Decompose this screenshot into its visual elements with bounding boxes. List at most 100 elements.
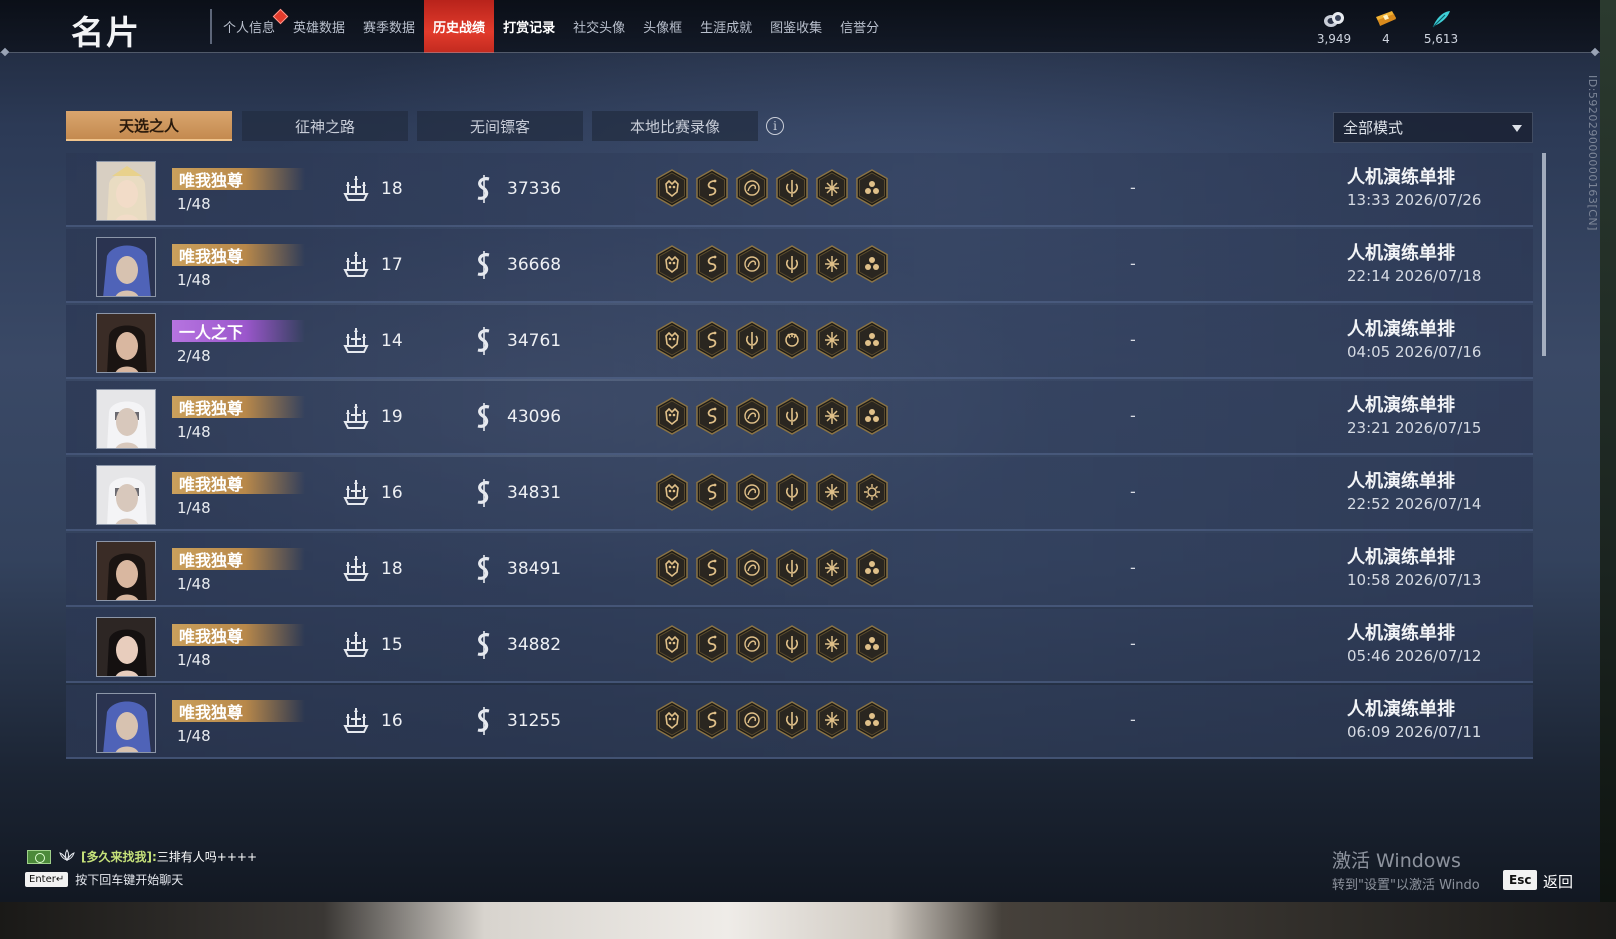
sword-rune-icon[interactable] [775, 701, 809, 739]
serpent-coil-icon[interactable] [695, 473, 729, 511]
serpent-coil-icon[interactable] [695, 549, 729, 587]
serpent-coil-icon[interactable] [695, 169, 729, 207]
nav-tab-8[interactable]: 图鉴收集 [761, 0, 831, 53]
spiral-rune-icon[interactable] [735, 549, 769, 587]
currency-feathers[interactable]: 5,613 [1411, 8, 1471, 46]
match-row[interactable]: 一人之下 2/48 14 34761 - 人机演练单排 04:05 2026/07/16 [66, 305, 1533, 379]
enter-key-icon: Enter↵ [25, 872, 69, 887]
score-coin-icon [472, 174, 496, 208]
demon-mask-icon[interactable] [655, 169, 689, 207]
match-row[interactable]: 唯我独尊 1/48 15 34882 - 人机演练单排 05:46 2026/07/12 [66, 609, 1533, 683]
sword-rune-icon[interactable] [775, 245, 809, 283]
nav-tab-4[interactable]: 打赏记录 [494, 0, 564, 53]
nav-tab-7[interactable]: 生涯成就 [691, 0, 761, 53]
triple-flame-icon[interactable] [855, 245, 889, 283]
spiral-rune-icon[interactable] [735, 245, 769, 283]
kills-count: 17 [381, 255, 403, 275]
match-result-placeholder: - [1130, 330, 1136, 349]
match-row[interactable]: 唯我独尊 1/48 19 43096 - 人机演练单排 23:21 2026/07/15 [66, 381, 1533, 455]
chat-hint[interactable]: Enter↵ 按下回车键开始聊天 [25, 871, 183, 888]
nav-tab-9[interactable]: 信誉分 [831, 0, 888, 53]
serpent-coil-icon[interactable] [695, 245, 729, 283]
match-time: 13:33 2026/07/26 [1347, 191, 1482, 209]
triple-flame-icon[interactable] [855, 169, 889, 207]
sword-rune-icon[interactable] [735, 321, 769, 359]
cross-star-icon[interactable] [815, 245, 849, 283]
cross-star-icon[interactable] [815, 701, 849, 739]
triple-flame-icon[interactable] [855, 701, 889, 739]
demon-mask-icon[interactable] [655, 397, 689, 435]
currency-coins[interactable]: 3,949 [1304, 8, 1364, 46]
triple-flame-icon[interactable] [855, 625, 889, 663]
demon-mask-icon[interactable] [655, 245, 689, 283]
chevron-down-icon [1512, 125, 1522, 132]
nav-tab-6[interactable]: 头像框 [634, 0, 691, 53]
nav-tab-2[interactable]: 赛季数据 [354, 0, 424, 53]
rank-title-badge: 唯我独尊 [172, 624, 305, 646]
triple-flame-icon[interactable] [855, 321, 889, 359]
demon-mask-icon[interactable] [655, 549, 689, 587]
match-row[interactable]: 唯我独尊 1/48 17 36668 - 人机演练单排 22:14 2026/07/18 [66, 229, 1533, 303]
chat-sender: [多久来找我]: [81, 850, 157, 864]
match-row[interactable]: 唯我独尊 1/48 18 38491 - 人机演练单排 10:58 2026/07/13 [66, 533, 1533, 607]
esc-key-icon[interactable]: Esc [1503, 870, 1538, 890]
demon-mask-icon[interactable] [655, 625, 689, 663]
serpent-coil-icon[interactable] [695, 397, 729, 435]
list-scrollbar[interactable] [1542, 153, 1546, 356]
demon-mask-icon[interactable] [655, 473, 689, 511]
nav-tab-1[interactable]: 英雄数据 [284, 0, 354, 53]
demon-mask-icon[interactable] [655, 321, 689, 359]
tab-god-path[interactable]: 征神之路 [242, 111, 408, 141]
cross-star-icon[interactable] [815, 397, 849, 435]
spiral-rune-icon[interactable] [735, 625, 769, 663]
sword-rune-icon[interactable] [775, 549, 809, 587]
gear-sun-icon[interactable] [855, 473, 889, 511]
cross-star-icon[interactable] [815, 169, 849, 207]
kills-trident-icon [342, 554, 370, 588]
kills-count: 19 [381, 407, 403, 427]
background-edge [1600, 0, 1616, 939]
tab-local-replays[interactable]: 本地比赛录像 [592, 111, 758, 141]
skill-badges [655, 321, 889, 359]
nav-tab-5[interactable]: 社交头像 [564, 0, 634, 53]
demon-mask-icon[interactable] [655, 701, 689, 739]
nav-tab-label: 打赏记录 [503, 21, 556, 36]
info-icon[interactable]: i [766, 117, 784, 135]
serpent-coil-icon[interactable] [695, 701, 729, 739]
beast-claw-icon[interactable] [775, 321, 809, 359]
cross-star-icon[interactable] [815, 549, 849, 587]
serpent-coil-icon[interactable] [695, 625, 729, 663]
sword-rune-icon[interactable] [775, 169, 809, 207]
spiral-rune-icon[interactable] [735, 701, 769, 739]
cross-star-icon[interactable] [815, 321, 849, 359]
match-row[interactable]: 唯我独尊 1/48 18 37336 - 人机演练单排 13:33 2026/07/26 [66, 153, 1533, 227]
match-row[interactable]: 唯我独尊 1/48 16 31255 - 人机演练单排 06:09 2026/07/11 [66, 685, 1533, 759]
nav-tab-0[interactable]: 个人信息 [214, 0, 289, 53]
triple-flame-icon[interactable] [855, 549, 889, 587]
back-button[interactable]: 返回 [1543, 871, 1573, 892]
rank-title: 唯我独尊 [179, 551, 244, 570]
tab-escort[interactable]: 无间镖客 [417, 111, 583, 141]
top-nav: 个人信息 英雄数据 赛季数据 历史战绩 打赏记录 社交头像 头像框 生涯成就 图鉴收集 信誉分 [214, 0, 888, 53]
match-mode: 人机演练单排 [1347, 243, 1455, 264]
kills-trident-icon [342, 630, 370, 664]
cross-star-icon[interactable] [815, 473, 849, 511]
serpent-coil-icon[interactable] [695, 321, 729, 359]
sword-rune-icon[interactable] [775, 397, 809, 435]
spiral-rune-icon[interactable] [735, 473, 769, 511]
mode-select-dropdown[interactable]: 全部模式 [1333, 112, 1533, 143]
triple-flame-icon[interactable] [855, 397, 889, 435]
sword-rune-icon[interactable] [775, 625, 809, 663]
rank-title-badge: 唯我独尊 [172, 244, 305, 266]
spiral-rune-icon[interactable] [735, 397, 769, 435]
cross-star-icon[interactable] [815, 625, 849, 663]
nav-tab-3[interactable]: 历史战绩 [424, 0, 495, 53]
ticket-icon [1374, 8, 1398, 30]
spiral-rune-icon[interactable] [735, 169, 769, 207]
currency-tickets[interactable]: 4 [1356, 8, 1416, 46]
match-row[interactable]: 唯我独尊 1/48 16 34831 - 人机演练单排 22:52 2026/07/14 [66, 457, 1533, 531]
match-time: 23:21 2026/07/15 [1347, 419, 1482, 437]
tab-chosen-one[interactable]: 天选之人 [66, 111, 232, 141]
kills-count: 18 [381, 559, 403, 579]
sword-rune-icon[interactable] [775, 473, 809, 511]
